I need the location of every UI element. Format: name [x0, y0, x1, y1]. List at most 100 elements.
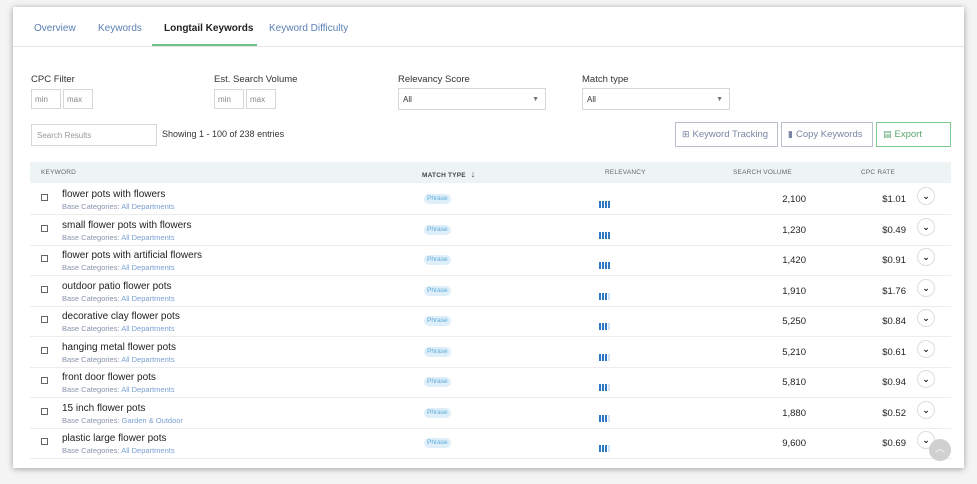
- expand-row-button[interactable]: ⌄: [917, 339, 935, 358]
- cpc-rate-value: $0.49: [882, 224, 906, 236]
- relevancy-score-label: Relevancy Score: [398, 74, 470, 85]
- chevron-down-icon: ⌄: [922, 252, 930, 262]
- expand-row-button[interactable]: ⌄: [917, 248, 935, 266]
- export-button[interactable]: ▤ Export: [876, 122, 951, 147]
- category-link[interactable]: All Departments: [121, 355, 174, 364]
- copy-keywords-button[interactable]: ▮ Copy Keywords: [781, 122, 873, 147]
- row-checkbox[interactable]: [41, 407, 48, 415]
- row-checkbox[interactable]: [41, 224, 48, 232]
- relevancy-bar: [605, 414, 607, 422]
- expand-row-button[interactable]: ⌄: [917, 400, 935, 419]
- row-checkbox[interactable]: [41, 377, 48, 384]
- category-link[interactable]: All Departments: [121, 385, 174, 394]
- table-row[interactable]: 15 inch flower pots Base Categories: Gard…: [30, 398, 951, 429]
- match-type-select[interactable]: All ▼: [582, 88, 730, 110]
- keyword-text[interactable]: flower pots with artificial flowers: [62, 250, 202, 261]
- keyword-text[interactable]: hanging metal flower pots: [62, 342, 176, 353]
- keyword-text[interactable]: front door flower pots: [62, 372, 156, 383]
- table-row[interactable]: small flower pots with flowers Base Categ…: [30, 215, 951, 246]
- keyword-text[interactable]: outdoor patio flower pots: [62, 281, 172, 292]
- chevron-down-icon: ⌄: [922, 313, 930, 323]
- header-relevancy[interactable]: RELEVANCY: [605, 169, 646, 176]
- base-categories: Base Categories: All Departments: [62, 202, 175, 211]
- row-checkbox[interactable]: [41, 316, 48, 323]
- tab-bar: Overview Keywords Longtail Keywords Keyw…: [13, 7, 964, 47]
- relevancy-bar: [602, 262, 604, 269]
- tab-overview[interactable]: Overview: [34, 23, 76, 34]
- search-results-input[interactable]: Search Results: [31, 124, 157, 146]
- category-link[interactable]: All Departments: [121, 233, 174, 242]
- plus-square-icon: ⊞: [682, 129, 690, 139]
- keyword-text[interactable]: plastic large flower pots: [62, 433, 167, 444]
- table-row[interactable]: flower pots with artificial flowers Base …: [30, 245, 951, 276]
- expand-row-button[interactable]: ⌄: [917, 217, 935, 236]
- match-type-badge: Phrase: [424, 316, 451, 326]
- row-checkbox[interactable]: [41, 285, 48, 293]
- cpc-rate-value: $0.52: [882, 407, 906, 419]
- search-volume-label: Est. Search Volume: [214, 74, 298, 85]
- row-checkbox[interactable]: [41, 255, 48, 262]
- cpc-max-input[interactable]: max: [63, 89, 93, 109]
- cpc-min-input[interactable]: min: [31, 89, 61, 109]
- tab-keyword-difficulty[interactable]: Keyword Difficulty: [269, 23, 348, 34]
- row-checkbox[interactable]: [41, 346, 48, 354]
- table-row[interactable]: hanging metal flower pots Base Categories…: [30, 337, 951, 368]
- results-panel: Overview Keywords Longtail Keywords Keyw…: [13, 7, 964, 468]
- header-keyword[interactable]: KEYWORD: [41, 169, 76, 176]
- category-link[interactable]: All Departments: [121, 324, 174, 333]
- tab-longtail-keywords[interactable]: Longtail Keywords: [164, 23, 253, 34]
- chevron-down-icon: ▼: [532, 96, 539, 103]
- keyword-text[interactable]: flower pots with flowers: [62, 189, 165, 200]
- relevancy-score-select[interactable]: All ▼: [398, 88, 546, 110]
- category-link[interactable]: All Departments: [121, 446, 174, 455]
- category-link[interactable]: All Departments: [121, 202, 174, 211]
- relevancy-meter: [599, 287, 611, 300]
- row-checkbox[interactable]: [41, 194, 48, 201]
- expand-row-button[interactable]: ⌄: [917, 309, 935, 327]
- tab-keywords[interactable]: Keywords: [98, 23, 142, 34]
- keyword-text[interactable]: decorative clay flower pots: [62, 311, 180, 322]
- relevancy-bar: [605, 384, 607, 391]
- search-volume-value: 5,810: [782, 377, 806, 388]
- cpc-rate-value: $0.61: [882, 346, 906, 358]
- base-categories: Base Categories: All Departments: [62, 233, 175, 242]
- relevancy-bar: [605, 201, 607, 208]
- header-search-volume[interactable]: SEARCH VOLUME: [733, 169, 792, 176]
- base-categories-label: Base Categories:: [62, 446, 120, 455]
- relevancy-meter: [599, 195, 611, 208]
- relevancy-meter: [599, 226, 611, 239]
- category-link[interactable]: All Departments: [121, 263, 174, 272]
- relevancy-bar: [599, 231, 601, 239]
- header-cpc-rate[interactable]: CPC RATE: [861, 169, 895, 176]
- header-match-type[interactable]: MATCH TYPE ↓: [422, 169, 476, 179]
- category-link[interactable]: All Departments: [121, 294, 174, 303]
- relevancy-bar: [602, 384, 604, 391]
- keyword-tracking-button[interactable]: ⊞ Keyword Tracking: [675, 122, 778, 147]
- category-link[interactable]: Garden & Outdoor: [122, 416, 183, 425]
- table-row[interactable]: outdoor patio flower pots Base Categories…: [30, 276, 951, 307]
- expand-row-button[interactable]: ⌄: [917, 187, 935, 205]
- match-type-value: All: [587, 95, 596, 104]
- active-tab-indicator: [152, 44, 257, 46]
- base-categories: Base Categories: All Departments: [62, 385, 175, 394]
- match-type-badge: Phrase: [424, 438, 451, 448]
- relevancy-bar: [608, 445, 610, 452]
- expand-row-button[interactable]: ⌄: [917, 370, 935, 388]
- table-row[interactable]: front door flower pots Base Categories: A…: [30, 367, 951, 398]
- relevancy-meter: [599, 256, 611, 269]
- volume-max-input[interactable]: max: [246, 89, 276, 109]
- sort-arrow-down-icon: ↓: [470, 169, 476, 179]
- base-categories: Base Categories: All Departments: [62, 355, 175, 364]
- table-row[interactable]: decorative clay flower pots Base Categori…: [30, 306, 951, 337]
- search-volume-value: 5,210: [782, 346, 806, 358]
- keyword-text[interactable]: small flower pots with flowers: [62, 220, 191, 231]
- scroll-to-top-button[interactable]: ︿: [929, 439, 951, 461]
- table-row[interactable]: plastic large flower pots Base Categories…: [30, 428, 951, 459]
- keyword-text[interactable]: 15 inch flower pots: [62, 403, 145, 414]
- expand-row-button[interactable]: ⌄: [917, 278, 935, 297]
- table-row[interactable]: flower pots with flowers Base Categories:…: [30, 184, 951, 215]
- row-checkbox[interactable]: [41, 438, 48, 445]
- chevron-up-icon: ︿: [935, 444, 945, 455]
- relevancy-bar: [608, 384, 610, 391]
- volume-min-input[interactable]: min: [214, 89, 244, 109]
